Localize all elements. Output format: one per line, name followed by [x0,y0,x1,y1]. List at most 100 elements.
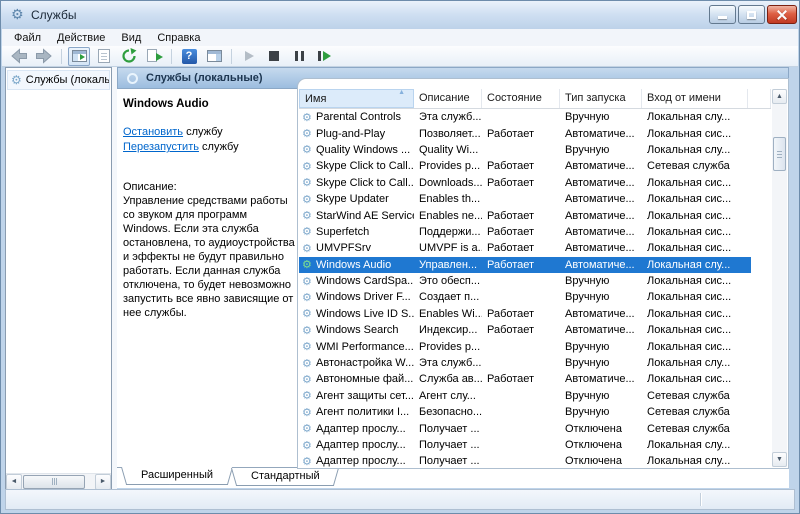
services-window: ⚙ Службы ФайлДействиеВидСправка ? [0,0,800,514]
cell-startup-type: Вручную [560,406,642,418]
menu-item[interactable]: Действие [49,31,113,45]
cell-name: Адаптер прослу... [316,455,414,467]
cell-description: Создает п... [414,291,482,303]
table-row[interactable]: ⚙WMI Performance...Provides p...ВручнуюЛ… [299,338,751,354]
tree-horizontal-scrollbar[interactable]: ◄ ► [6,473,111,489]
column-header-0[interactable]: Имя▲ [299,89,414,108]
table-row[interactable]: ⚙Skype Click to Call...Provides p...Рабо… [299,158,751,174]
service-gear-icon: ⚙ [299,111,316,124]
cell-description: Provides p... [414,341,482,353]
scroll-down-button[interactable]: ▼ [772,452,787,467]
cell-name: Агент политики I... [316,406,414,418]
restart-service-button[interactable] [313,47,335,66]
table-row[interactable]: ⚙Windows Live ID S...Enables Wi...Работа… [299,306,751,322]
cell-startup-type: Отключена [560,455,642,467]
table-row[interactable]: ⚙UMVPFSrvUMVPF is a...РаботаетАвтоматиче… [299,240,751,256]
maximize-button[interactable] [738,5,765,24]
cell-startup-type: Автоматиче... [560,210,642,222]
menu-item[interactable]: Справка [149,31,208,45]
pause-service-button[interactable] [288,47,310,66]
scroll-left-button[interactable]: ◄ [6,474,22,490]
scroll-up-button[interactable]: ▲ [772,89,787,104]
cell-name: Автонастройка W... [316,357,414,369]
table-row[interactable]: ⚙Windows Driver F...Создает п...ВручнуюЛ… [299,289,751,305]
help-button[interactable]: ? [178,47,200,66]
cell-name: UMVPFSrv [316,242,414,254]
table-row[interactable]: ⚙Адаптер прослу...Получает ...ОтключенаС… [299,420,751,436]
cell-name: Автономные фай... [316,373,414,385]
refresh-button[interactable] [118,47,140,66]
service-gear-icon: ⚙ [299,176,316,189]
tab-label: Стандартный [251,470,320,482]
column-header-2[interactable]: Состояние [482,89,560,108]
cell-logon-as: Локальная сис... [642,291,748,303]
table-row[interactable]: ⚙Агент политики I...Безопасно...ВручнуюС… [299,404,751,420]
properties-button[interactable] [93,47,115,66]
service-gear-icon: ⚙ [299,324,316,337]
column-header-extra[interactable] [748,89,771,108]
action-pane-toggle-button[interactable] [203,47,225,66]
tab-label: Расширенный [141,469,213,481]
cell-name: Skype Updater [316,193,414,205]
scrollbar-thumb[interactable] [773,137,786,171]
console-tree-toggle-button[interactable] [68,47,90,66]
status-bar-divider [700,493,701,506]
forward-button[interactable] [33,47,55,66]
table-row[interactable]: ⚙Автонастройка W...Эта служб...ВручнуюЛо… [299,355,751,371]
cell-description: Позволяет... [414,128,482,140]
table-row[interactable]: ⚙Windows SearchИндексир...РаботаетАвтома… [299,322,751,338]
cell-status: Работает [482,259,560,271]
menu-item[interactable]: Вид [113,31,149,45]
tree-item-label: Службы (локальные) [26,74,110,86]
action-pane-icon [207,50,222,62]
table-row[interactable]: ⚙Parental ControlsЭта служб...ВручнуюЛок… [299,109,751,125]
scroll-right-button[interactable]: ► [95,474,111,490]
service-gear-icon: ⚙ [299,242,316,255]
table-row[interactable]: ⚙Windows CardSpa...Это обесп...ВручнуюЛо… [299,273,751,289]
cell-status: Работает [482,242,560,254]
restart-service-link[interactable]: Перезапустить [123,141,199,153]
cell-description: Получает ... [414,439,482,451]
tab-standard[interactable]: Стандартный [235,468,336,486]
list-vertical-scrollbar[interactable]: ▲ ▼ [772,89,787,467]
menu-item[interactable]: Файл [6,31,49,45]
table-row[interactable]: ⚙Адаптер прослу...Получает ...ОтключенаЛ… [299,453,751,467]
cell-startup-type: Вручную [560,291,642,303]
restart-service-line: Перезапустить службу [123,140,297,155]
table-row[interactable]: ⚙Адаптер прослу...Получает ...ОтключенаЛ… [299,437,751,453]
column-header-1[interactable]: Описание [414,89,482,108]
table-row[interactable]: ⚙Plug-and-PlayПозволяет...РаботаетАвтома… [299,125,751,141]
tree-item-services-local[interactable]: ⚙ Службы (локальные) [7,70,110,90]
close-icon [777,10,787,20]
cell-description: Безопасно... [414,406,482,418]
tab-extended[interactable]: Расширенный [125,467,229,485]
minimize-button[interactable] [709,5,736,24]
table-row[interactable]: ⚙Skype UpdaterEnables th...Автоматиче...… [299,191,751,207]
table-row[interactable]: ⚙Агент защиты сет...Агент слу...ВручнуюС… [299,388,751,404]
column-header-3[interactable]: Тип запуска [560,89,642,108]
stop-service-button[interactable] [263,47,285,66]
cell-logon-as: Локальная слу... [642,144,748,156]
scrollbar-thumb[interactable] [23,475,85,489]
cell-logon-as: Локальная слу... [642,455,748,467]
back-button[interactable] [8,47,30,66]
cell-logon-as: Локальная слу... [642,111,748,123]
restart-icon [318,51,331,61]
table-row[interactable]: ⚙Автономные фай...Служба ав...РаботаетАв… [299,371,751,387]
table-row[interactable]: ⚙Windows AudioУправлен...РаботаетАвтомат… [299,257,751,273]
table-row[interactable]: ⚙SuperfetchПоддержи...РаботаетАвтоматиче… [299,224,751,240]
service-gear-icon: ⚙ [299,193,316,206]
service-gear-icon: ⚙ [299,307,316,320]
export-list-button[interactable] [143,47,165,66]
cell-status: Работает [482,373,560,385]
cell-logon-as: Сетевая служба [642,160,748,172]
stop-service-link[interactable]: Остановить [123,126,183,138]
table-row[interactable]: ⚙Skype Click to Call...Downloads...Работ… [299,175,751,191]
close-button[interactable] [767,5,797,24]
cell-name: Skype Click to Call... [316,177,414,189]
table-row[interactable]: ⚙Quality Windows ...Quality Wi...Вручную… [299,142,751,158]
table-row[interactable]: ⚙StarWind AE ServiceEnables ne...Работае… [299,207,751,223]
cell-startup-type: Вручную [560,341,642,353]
column-header-4[interactable]: Вход от имени [642,89,748,108]
start-service-button[interactable] [238,47,260,66]
